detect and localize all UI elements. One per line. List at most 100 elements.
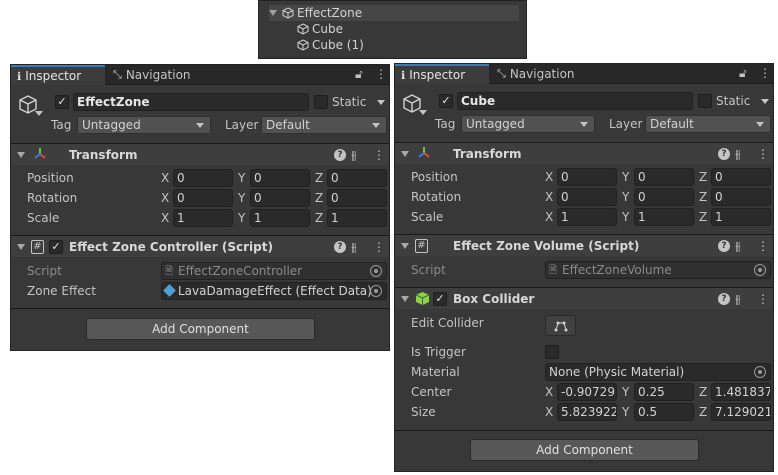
component-menu-icon[interactable]: ⋮: [757, 146, 769, 162]
static-dropdown-arrow[interactable]: [377, 100, 385, 105]
object-picker-icon[interactable]: [754, 366, 766, 378]
script-label: Script: [411, 263, 446, 277]
rotation-y-field[interactable]: 0: [634, 188, 694, 206]
foldout-arrow-icon[interactable]: [17, 152, 25, 158]
icon-dropdown-arrow[interactable]: [35, 111, 43, 116]
scale-z-field[interactable]: 1: [327, 209, 387, 227]
box-collider-header[interactable]: ✓ Box Collider ? ⫵ ⋮: [395, 287, 773, 309]
expand-arrow-icon[interactable]: [269, 10, 277, 16]
scale-x-field[interactable]: 1: [173, 209, 233, 227]
foldout-arrow-icon[interactable]: [401, 296, 409, 302]
object-name-field[interactable]: Cube: [457, 92, 693, 110]
help-icon[interactable]: ?: [718, 293, 730, 305]
component-menu-icon[interactable]: ⋮: [373, 147, 385, 163]
inspector-window-right: ℹ Inspector ⤡ Navigation 🔓︎ ⋮ ✓ Cube Sta…: [394, 63, 774, 472]
foldout-arrow-icon[interactable]: [401, 151, 409, 157]
presets-icon[interactable]: ⫵: [735, 146, 741, 162]
size-x-field[interactable]: 5.823922: [557, 403, 617, 421]
icon-dropdown-arrow[interactable]: [419, 110, 427, 115]
script-value: EffectZoneVolume: [562, 263, 672, 277]
component-menu-icon[interactable]: ⋮: [757, 238, 769, 254]
lock-icon[interactable]: 🔓︎: [355, 67, 363, 82]
help-icon[interactable]: ?: [718, 148, 730, 160]
transform-header[interactable]: Transform ? ⫵ ⋮: [395, 142, 773, 164]
axis-y-label: Y: [622, 170, 630, 184]
script-file-icon: 🗎︎: [165, 266, 174, 277]
tab-inspector[interactable]: ℹ Inspector: [395, 64, 489, 84]
rotation-x-field[interactable]: 0: [557, 188, 617, 206]
is-trigger-checkbox[interactable]: [545, 345, 559, 359]
position-z-field[interactable]: 0: [711, 168, 771, 186]
add-component-button[interactable]: Add Component: [86, 318, 315, 340]
kebab-menu-icon[interactable]: ⋮: [759, 66, 771, 80]
center-y-field[interactable]: 0.25: [634, 383, 694, 401]
component-menu-icon[interactable]: ⋮: [757, 291, 769, 307]
zone-effect-field[interactable]: LavaDamageEffect (Effect Data): [161, 282, 387, 300]
position-y-field[interactable]: 0: [634, 168, 694, 186]
help-icon[interactable]: ?: [334, 149, 346, 161]
object-name-field[interactable]: EffectZone: [73, 93, 309, 111]
script-value: EffectZoneController: [178, 264, 303, 278]
position-y-field[interactable]: 0: [250, 169, 310, 187]
active-checkbox[interactable]: ✓: [55, 95, 69, 109]
static-dropdown-arrow[interactable]: [761, 99, 769, 104]
active-checkbox[interactable]: ✓: [439, 94, 453, 108]
tab-label: Navigation: [509, 67, 575, 81]
hierarchy-item-effectzone[interactable]: EffectZone: [269, 5, 519, 21]
help-icon[interactable]: ?: [718, 240, 730, 252]
tag-label: Tag: [51, 118, 72, 132]
hierarchy-item-cube-1[interactable]: Cube (1): [297, 37, 364, 53]
component-enabled-checkbox[interactable]: ✓: [433, 292, 447, 306]
tag-dropdown[interactable]: Untagged: [461, 115, 595, 133]
kebab-menu-icon[interactable]: ⋮: [375, 67, 387, 81]
help-icon[interactable]: ?: [334, 241, 346, 253]
axis-z-label: Z: [699, 190, 708, 204]
position-z-field[interactable]: 0: [327, 169, 387, 187]
scale-x-field[interactable]: 1: [557, 208, 617, 226]
rotation-y-field[interactable]: 0: [250, 189, 310, 207]
controller-header[interactable]: # ✓ Effect Zone Controller (Script) ? ⫵ …: [11, 235, 389, 257]
presets-icon[interactable]: ⫵: [351, 239, 357, 255]
component-enabled-checkbox[interactable]: ✓: [49, 240, 63, 254]
presets-icon[interactable]: ⫵: [735, 291, 741, 307]
presets-icon[interactable]: ⫵: [351, 147, 357, 163]
center-z-field[interactable]: 1.481837: [711, 383, 771, 401]
gameobject-cube-icon: [297, 23, 309, 35]
center-x-field[interactable]: -0.90729: [557, 383, 617, 401]
scale-z-field[interactable]: 1: [711, 208, 771, 226]
material-field[interactable]: None (Physic Material): [545, 363, 771, 381]
rotation-z-field[interactable]: 0: [711, 188, 771, 206]
tab-label: Navigation: [125, 68, 191, 82]
tab-inspector[interactable]: ℹ Inspector: [11, 65, 105, 85]
volume-header[interactable]: # Effect Zone Volume (Script) ? ⫵ ⋮: [395, 234, 773, 256]
layer-dropdown[interactable]: Default: [645, 115, 771, 133]
hierarchy-item-cube[interactable]: Cube: [297, 21, 343, 37]
tab-navigation[interactable]: ⤡ Navigation: [107, 65, 197, 85]
object-picker-icon[interactable]: [370, 285, 382, 297]
position-x-field[interactable]: 0: [557, 168, 617, 186]
gameobject-cube-icon: [282, 7, 294, 19]
rotation-x-field[interactable]: 0: [173, 189, 233, 207]
tab-navigation[interactable]: ⤡ Navigation: [491, 64, 581, 84]
static-checkbox[interactable]: [698, 94, 712, 108]
foldout-arrow-icon[interactable]: [17, 244, 25, 250]
add-component-button[interactable]: Add Component: [470, 439, 699, 461]
axis-y-label: Y: [238, 171, 246, 185]
size-z-field[interactable]: 7.129021: [711, 403, 771, 421]
axis-x-label: X: [161, 211, 170, 225]
transform-header[interactable]: Transform ? ⫵ ⋮: [11, 143, 389, 165]
position-x-field[interactable]: 0: [173, 169, 233, 187]
scale-y-field[interactable]: 1: [634, 208, 694, 226]
layer-dropdown[interactable]: Default: [261, 116, 387, 134]
tag-dropdown[interactable]: Untagged: [77, 116, 211, 134]
presets-icon[interactable]: ⫵: [735, 238, 741, 254]
rotation-z-field[interactable]: 0: [327, 189, 387, 207]
size-y-field[interactable]: 0.5: [634, 403, 694, 421]
scale-y-field[interactable]: 1: [250, 209, 310, 227]
foldout-arrow-icon[interactable]: [401, 243, 409, 249]
static-checkbox[interactable]: [314, 95, 328, 109]
axis-y-label: Y: [238, 191, 246, 205]
component-menu-icon[interactable]: ⋮: [373, 239, 385, 255]
edit-collider-button[interactable]: [545, 315, 576, 336]
lock-icon[interactable]: 🔓︎: [739, 66, 747, 81]
